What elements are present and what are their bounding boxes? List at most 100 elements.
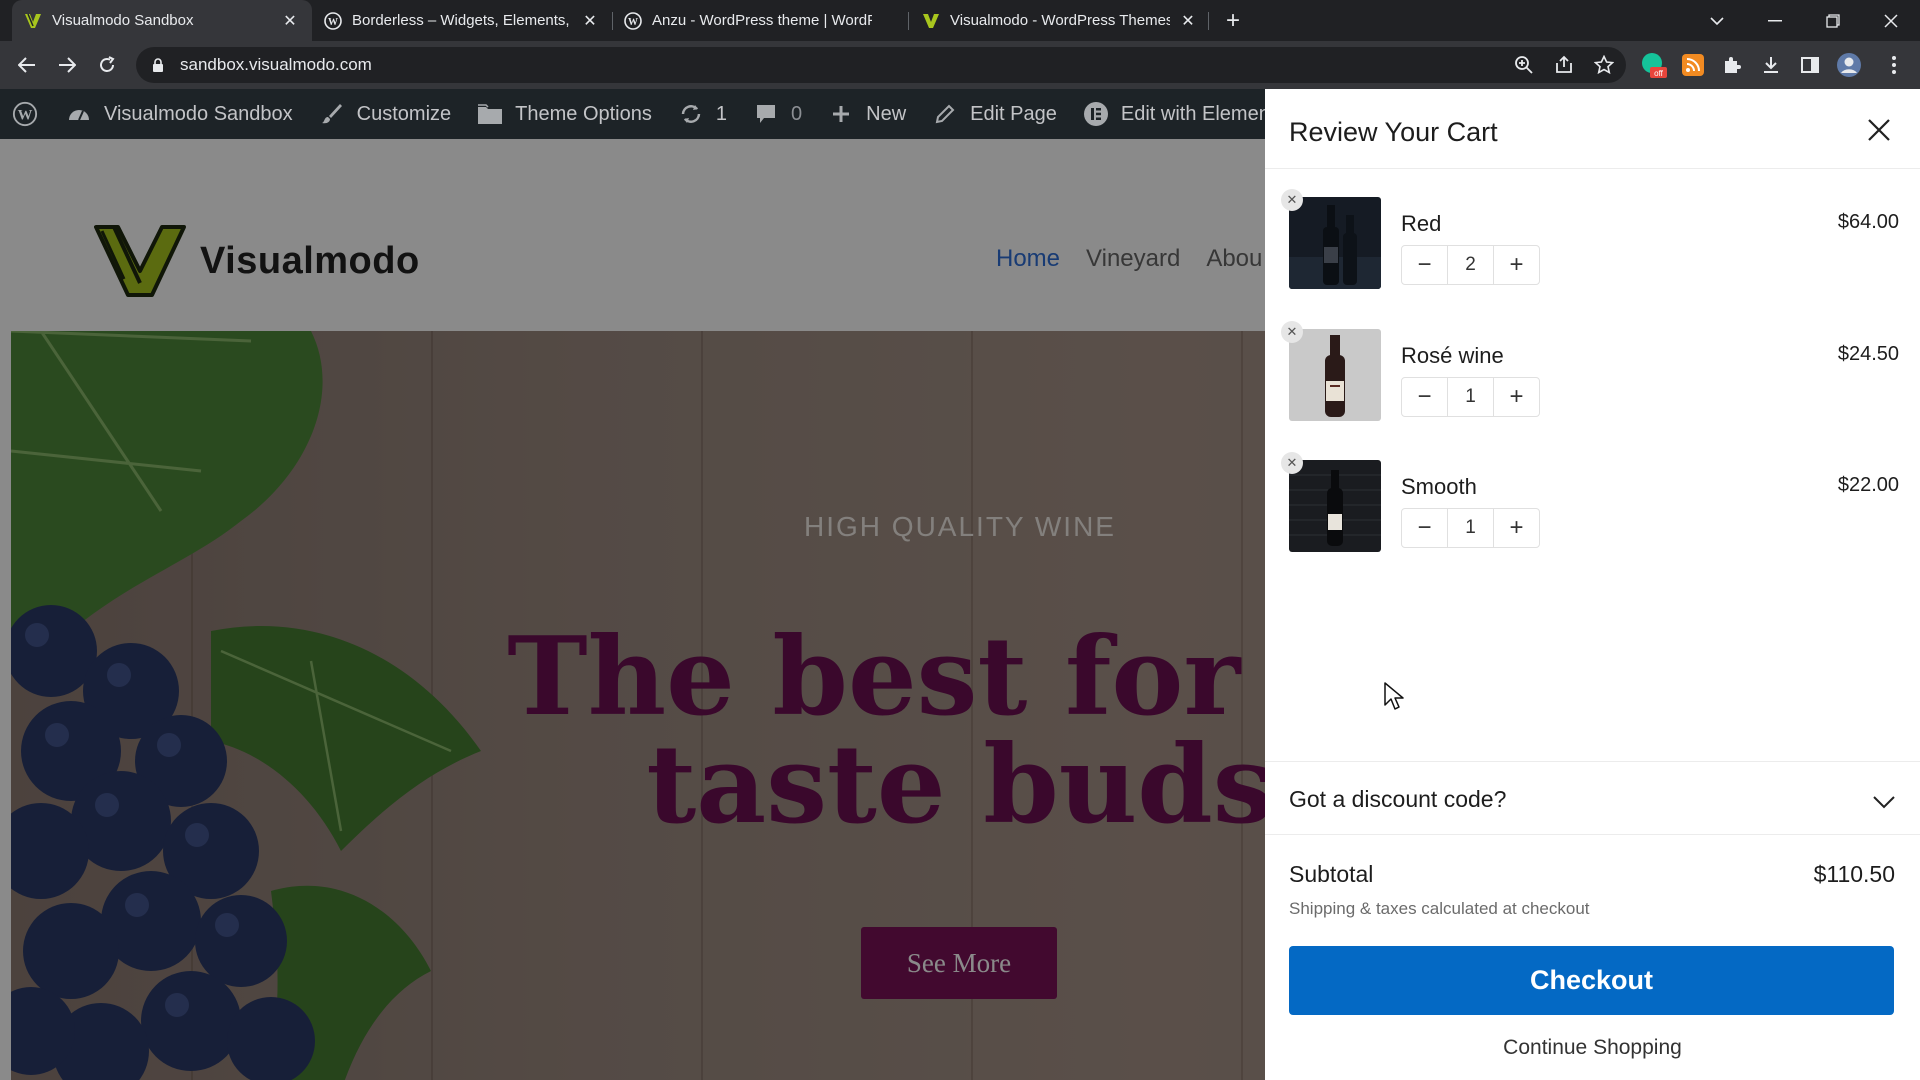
updates-refresh-icon bbox=[678, 101, 704, 127]
quantity-value[interactable]: 1 bbox=[1447, 509, 1494, 547]
wordpress-logo-menu[interactable]: W bbox=[12, 101, 38, 127]
tab-title: Borderless – Widgets, Elements, T bbox=[352, 12, 572, 29]
cart-title: Review Your Cart bbox=[1289, 117, 1498, 147]
quantity-value[interactable]: 1 bbox=[1447, 378, 1494, 416]
admin-site-name[interactable]: Visualmodo Sandbox bbox=[66, 101, 293, 127]
admin-comments[interactable]: 0 bbox=[753, 101, 802, 127]
item-name[interactable]: Smooth bbox=[1401, 474, 1477, 500]
svg-text:W: W bbox=[18, 108, 33, 124]
discount-code-label: Got a discount code? bbox=[1289, 786, 1507, 812]
tab-anzu[interactable]: W Anzu - WordPress theme | WordP ✕ bbox=[612, 0, 912, 41]
window-close-icon[interactable] bbox=[1862, 0, 1920, 41]
zoom-icon[interactable] bbox=[1514, 55, 1534, 80]
quantity-stepper: − 1 + bbox=[1401, 377, 1540, 417]
tab-separator bbox=[908, 12, 909, 30]
restore-icon[interactable] bbox=[1804, 0, 1862, 41]
url-text: sandbox.visualmodo.com bbox=[180, 55, 372, 74]
address-bar[interactable]: sandbox.visualmodo.com bbox=[136, 47, 1626, 83]
lock-icon[interactable] bbox=[152, 57, 166, 73]
wordpress-favicon-icon: W bbox=[624, 11, 642, 30]
visualmodo-favicon-icon bbox=[24, 12, 42, 30]
browser-menu-icon[interactable] bbox=[1880, 51, 1908, 79]
product-thumbnail[interactable] bbox=[1289, 329, 1381, 421]
reload-icon[interactable] bbox=[92, 50, 122, 80]
product-thumbnail[interactable] bbox=[1289, 460, 1381, 552]
admin-edit-page[interactable]: Edit Page bbox=[932, 101, 1057, 127]
tab-close-icon[interactable]: ✕ bbox=[580, 11, 600, 31]
tab-visualmodo-themes[interactable]: Visualmodo - WordPress Themes ✕ bbox=[910, 0, 1210, 41]
checkout-button[interactable]: Checkout bbox=[1289, 946, 1894, 1015]
admin-updates-count: 1 bbox=[715, 102, 727, 125]
tab-close-icon[interactable]: ✕ bbox=[1178, 11, 1198, 31]
side-panel-icon[interactable] bbox=[1796, 51, 1824, 79]
admin-customize[interactable]: Customize bbox=[319, 101, 451, 127]
visualmodo-favicon-icon bbox=[922, 12, 940, 30]
svg-text:W: W bbox=[628, 17, 638, 28]
increase-quantity-button[interactable]: + bbox=[1494, 509, 1539, 547]
remove-item-icon[interactable]: ✕ bbox=[1281, 189, 1303, 211]
wordpress-favicon-icon: W bbox=[324, 11, 342, 30]
svg-text:W: W bbox=[328, 17, 338, 28]
shipping-note: Shipping & taxes calculated at checkout bbox=[1289, 899, 1590, 918]
rss-extension-icon[interactable] bbox=[1679, 51, 1707, 79]
extensions-puzzle-icon[interactable] bbox=[1718, 51, 1746, 79]
admin-theme-options[interactable]: Theme Options bbox=[477, 101, 652, 127]
tab-borderless[interactable]: W Borderless – Widgets, Elements, T ✕ bbox=[312, 0, 612, 41]
minimize-icon[interactable] bbox=[1746, 0, 1804, 41]
cart-item: ✕ Red $64.00 − 2 + bbox=[1281, 189, 1899, 299]
remove-item-icon[interactable]: ✕ bbox=[1281, 321, 1303, 343]
subtotal-value: $110.50 bbox=[1813, 861, 1895, 887]
tab-visualmodo-sandbox[interactable]: Visualmodo Sandbox ✕ bbox=[12, 0, 312, 41]
profile-avatar-icon[interactable] bbox=[1835, 51, 1863, 79]
decrease-quantity-button[interactable]: − bbox=[1402, 509, 1447, 547]
item-name[interactable]: Red bbox=[1401, 211, 1441, 237]
tab-search-chevron-icon[interactable] bbox=[1688, 0, 1746, 41]
window-controls bbox=[1688, 0, 1920, 41]
omnibox-actions bbox=[1514, 54, 1615, 80]
increase-quantity-button[interactable]: + bbox=[1494, 378, 1539, 416]
remove-item-icon[interactable]: ✕ bbox=[1281, 452, 1303, 474]
download-icon[interactable] bbox=[1757, 51, 1785, 79]
svg-text:off: off bbox=[1654, 69, 1664, 78]
grammarly-extension-icon[interactable]: off bbox=[1640, 51, 1668, 79]
share-icon[interactable] bbox=[1554, 55, 1574, 80]
mouse-cursor-icon bbox=[1384, 682, 1404, 710]
pencil-icon bbox=[932, 101, 958, 127]
admin-edit-elementor[interactable]: Edit with Elemen bbox=[1083, 101, 1270, 127]
item-price: $22.00 bbox=[1837, 474, 1899, 496]
quantity-value[interactable]: 2 bbox=[1447, 246, 1494, 284]
new-tab-plus-icon[interactable]: + bbox=[1220, 7, 1246, 34]
tab-title: Visualmodo Sandbox bbox=[52, 12, 194, 29]
browser-tab-strip: Visualmodo Sandbox ✕ W Borderless – Widg… bbox=[0, 0, 1920, 41]
chevron-down-icon bbox=[1872, 790, 1896, 814]
comment-bubble-icon bbox=[753, 101, 779, 127]
elementor-icon bbox=[1083, 101, 1109, 127]
admin-comments-count: 0 bbox=[791, 102, 803, 125]
item-name[interactable]: Rosé wine bbox=[1401, 343, 1504, 369]
tab-close-icon[interactable]: ✕ bbox=[280, 11, 300, 31]
admin-customize-label: Customize bbox=[356, 102, 452, 125]
tab-separator bbox=[1208, 12, 1209, 30]
subtotal-label: Subtotal bbox=[1289, 861, 1374, 887]
cart-drawer: Review Your Cart ✕ Red $64.00 − 2 + ✕ Ro… bbox=[1265, 89, 1920, 1080]
admin-updates[interactable]: 1 bbox=[678, 101, 727, 127]
decrease-quantity-button[interactable]: − bbox=[1402, 378, 1447, 416]
wordpress-logo-icon: W bbox=[12, 101, 38, 127]
tab-title: Visualmodo - WordPress Themes bbox=[950, 12, 1170, 29]
tab-title: Anzu - WordPress theme | WordP bbox=[652, 12, 872, 29]
paintbrush-icon bbox=[319, 101, 345, 127]
increase-quantity-button[interactable]: + bbox=[1494, 246, 1539, 284]
discount-code-toggle[interactable]: Got a discount code? bbox=[1265, 761, 1920, 835]
admin-new[interactable]: New bbox=[828, 101, 906, 127]
bookmark-star-icon[interactable] bbox=[1593, 54, 1615, 80]
cart-header: Review Your Cart bbox=[1265, 89, 1920, 169]
product-thumbnail[interactable] bbox=[1289, 197, 1381, 289]
back-arrow-icon[interactable] bbox=[12, 50, 42, 80]
forward-arrow-icon[interactable] bbox=[52, 50, 82, 80]
close-icon[interactable] bbox=[1866, 117, 1892, 143]
continue-shopping-link[interactable]: Continue Shopping bbox=[1265, 1036, 1920, 1060]
decrease-quantity-button[interactable]: − bbox=[1402, 246, 1447, 284]
admin-site-name-label: Visualmodo Sandbox bbox=[104, 102, 293, 125]
dashboard-gauge-icon bbox=[66, 101, 92, 127]
admin-theme-options-label: Theme Options bbox=[515, 102, 652, 125]
